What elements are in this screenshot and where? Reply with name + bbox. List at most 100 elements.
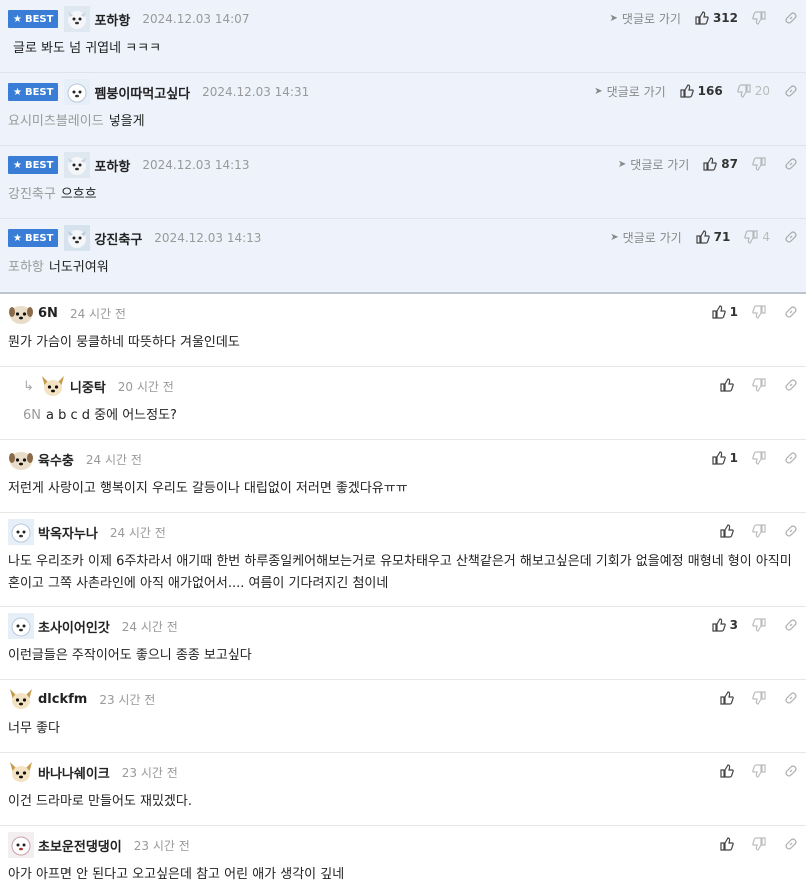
downvote-button[interactable] bbox=[752, 618, 770, 632]
goto-reply-link[interactable]: ➤ 댓글로 가기 bbox=[618, 156, 689, 173]
nickname[interactable]: 초보운전댕댕이 bbox=[38, 836, 122, 855]
downvote-button[interactable] bbox=[752, 764, 770, 778]
comment-actions bbox=[720, 688, 798, 708]
downvote-button[interactable] bbox=[752, 837, 770, 851]
timestamp: 20 시간 전 bbox=[117, 379, 174, 394]
link-icon[interactable] bbox=[784, 230, 798, 244]
link-icon[interactable] bbox=[784, 11, 798, 25]
reply-arrow-icon: ↳ bbox=[23, 378, 34, 394]
comment-header: ★ BEST 포하항 2024.12.03 14:07 bbox=[8, 6, 249, 32]
best-badge: ★ BEST bbox=[8, 83, 59, 101]
goto-reply-link[interactable]: ➤ 댓글로 가기 bbox=[594, 83, 665, 100]
comment-body: 너무 좋다 bbox=[8, 721, 60, 736]
upvote-button[interactable]: 3 bbox=[712, 618, 738, 632]
downvote-button[interactable] bbox=[752, 305, 770, 319]
avatar[interactable] bbox=[64, 152, 91, 178]
downvote-button[interactable] bbox=[752, 451, 770, 465]
avatar[interactable] bbox=[64, 6, 91, 32]
link-icon[interactable] bbox=[784, 524, 798, 538]
upvote-button[interactable] bbox=[720, 837, 738, 851]
link-icon[interactable] bbox=[784, 764, 798, 778]
comment-body: 글로 봐도 넘 귀엽네 ㅋㅋㅋ bbox=[13, 41, 162, 56]
upvote-button[interactable]: 87 bbox=[703, 157, 738, 171]
link-icon[interactable] bbox=[784, 157, 798, 171]
downvote-button[interactable] bbox=[752, 691, 770, 705]
mention[interactable]: 6N bbox=[23, 408, 41, 423]
nickname[interactable]: 강진축구 bbox=[94, 229, 142, 248]
send-arrow-icon: ➤ bbox=[617, 158, 627, 170]
comment-header: dlckfm 23 시간 전 bbox=[8, 686, 155, 712]
nickname[interactable]: 니중탁 bbox=[70, 377, 106, 396]
comment-body: 저런게 사랑이고 행복이지 우리도 갈등이나 대립없이 저러면 좋겠다유ㅠㅠ bbox=[8, 481, 408, 496]
avatar[interactable] bbox=[8, 446, 34, 472]
best-comment: ★ BEST 강진축구 2024.12.03 14:13 ➤ 댓글로 가기 71 4… bbox=[0, 219, 806, 294]
avatar[interactable] bbox=[8, 686, 34, 712]
upvote-button[interactable]: 312 bbox=[695, 11, 738, 25]
upvote-button[interactable]: 1 bbox=[712, 451, 738, 465]
thumbs-down-icon bbox=[752, 837, 766, 851]
mention[interactable]: 강진축구 bbox=[8, 187, 56, 202]
avatar[interactable] bbox=[8, 759, 34, 785]
nickname[interactable]: 포하항 bbox=[94, 10, 130, 29]
best-comment: ★ BEST 포하항 2024.12.03 14:07 ➤ 댓글로 가기 312 글… bbox=[0, 0, 806, 73]
link-icon[interactable] bbox=[784, 451, 798, 465]
comment: 초사이어인갓 24 시간 전 3 이런글들은 주작이어도 좋으니 종종 보고싶다 bbox=[0, 607, 806, 680]
avatar[interactable] bbox=[64, 79, 91, 105]
nickname[interactable]: 펨붕이따먹고싶다 bbox=[94, 83, 190, 102]
nickname[interactable]: 포하항 bbox=[94, 156, 130, 175]
star-icon: ★ bbox=[13, 232, 22, 244]
goto-reply-link[interactable]: ➤ 댓글로 가기 bbox=[610, 10, 681, 27]
nickname[interactable]: 박옥자누나 bbox=[38, 523, 98, 542]
link-icon[interactable] bbox=[784, 84, 798, 98]
avatar[interactable] bbox=[64, 225, 91, 251]
upvote-button[interactable] bbox=[720, 764, 738, 778]
comment-header: 초보운전댕댕이 23 시간 전 bbox=[8, 832, 190, 858]
link-icon[interactable] bbox=[784, 691, 798, 705]
avatar[interactable] bbox=[40, 373, 66, 399]
upvote-button[interactable] bbox=[720, 378, 738, 392]
downvote-button[interactable] bbox=[752, 11, 770, 25]
nickname[interactable]: 6N bbox=[38, 306, 58, 321]
mention[interactable]: 요시미츠블레이드 bbox=[8, 114, 104, 129]
nickname[interactable]: 바나나쉐이크 bbox=[38, 763, 110, 782]
downvote-button[interactable] bbox=[752, 524, 770, 538]
comment-actions: 1 bbox=[712, 448, 798, 468]
link-icon[interactable] bbox=[784, 378, 798, 392]
avatar[interactable] bbox=[8, 832, 34, 858]
link-icon[interactable] bbox=[784, 618, 798, 632]
avatar[interactable] bbox=[8, 519, 34, 545]
avatar[interactable] bbox=[8, 300, 34, 326]
downvote-button[interactable] bbox=[752, 157, 770, 171]
nickname[interactable]: dlckfm bbox=[38, 692, 87, 707]
thumbs-up-icon bbox=[720, 764, 734, 778]
upvote-button[interactable]: 1 bbox=[712, 305, 738, 319]
thumbs-down-icon bbox=[752, 691, 766, 705]
nickname[interactable]: 초사이어인갓 bbox=[38, 617, 110, 636]
downvote-button[interactable]: 20 bbox=[736, 84, 770, 98]
link-icon[interactable] bbox=[784, 305, 798, 319]
comment-actions: ➤ 댓글로 가기 312 bbox=[610, 8, 798, 28]
timestamp: 2024.12.03 14:07 bbox=[142, 12, 250, 26]
downvote-button[interactable]: 4 bbox=[744, 230, 770, 244]
timestamp: 23 시간 전 bbox=[121, 765, 178, 780]
nickname[interactable]: 육수충 bbox=[38, 450, 74, 469]
star-icon: ★ bbox=[13, 13, 22, 25]
upvote-button[interactable] bbox=[720, 524, 738, 538]
thumbs-down-icon bbox=[752, 524, 766, 538]
thumbs-up-icon bbox=[712, 451, 726, 465]
comment-body: 아가 아프면 안 된다고 오고싶은데 참고 어린 애가 생각이 깊네 bbox=[8, 867, 345, 882]
downvote-button[interactable] bbox=[752, 378, 770, 392]
upvote-button[interactable] bbox=[720, 691, 738, 705]
avatar[interactable] bbox=[8, 613, 34, 639]
upvote-button[interactable]: 166 bbox=[680, 84, 723, 98]
thumbs-up-icon bbox=[720, 378, 734, 392]
upvote-button[interactable]: 71 bbox=[696, 230, 730, 244]
comment: 초보운전댕댕이 23 시간 전 아가 아프면 안 된다고 오고싶은데 참고 어린… bbox=[0, 826, 806, 895]
comment-header: ★ BEST 포하항 2024.12.03 14:13 bbox=[8, 152, 249, 178]
mention[interactable]: 포하항 bbox=[8, 260, 44, 275]
comment-actions: 1 bbox=[712, 302, 798, 322]
goto-reply-link[interactable]: ➤ 댓글로 가기 bbox=[610, 229, 681, 246]
comment-body: 포하항 너도귀여워 bbox=[8, 260, 109, 275]
comment: 6N 24 시간 전 1 뭔가 가슴이 뭉클하네 따뜻하다 겨울인데도 bbox=[0, 294, 806, 367]
link-icon[interactable] bbox=[784, 837, 798, 851]
